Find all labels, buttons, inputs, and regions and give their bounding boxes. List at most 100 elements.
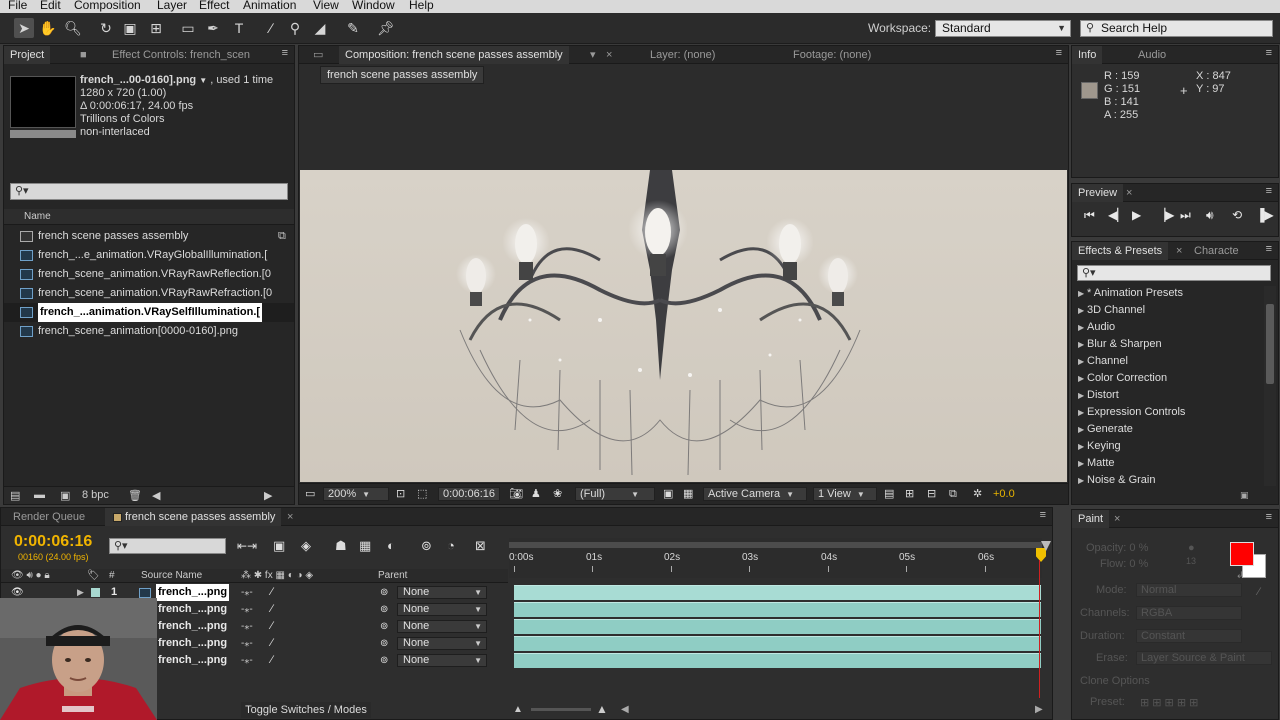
snapshot-icon[interactable]: 📷︎: [509, 487, 523, 501]
roto-brush-tool-icon[interactable]: ✎: [343, 18, 363, 38]
column-name[interactable]: Name: [24, 211, 51, 222]
menu-window[interactable]: Window: [352, 0, 395, 12]
label-color-icon[interactable]: [91, 588, 100, 597]
panel-menu-icon[interactable]: ≡: [282, 47, 288, 59]
tab-preview[interactable]: Preview: [1072, 184, 1124, 202]
camera-view-select[interactable]: Active Camera ▼: [703, 487, 807, 501]
tab-character[interactable]: Characte: [1188, 242, 1245, 260]
clone-options-label[interactable]: Clone Options: [1080, 675, 1150, 687]
paint-erase-select[interactable]: Layer Source & Paint: [1136, 651, 1272, 665]
toggle-switches-modes-button[interactable]: Toggle Switches / Modes: [241, 702, 371, 718]
paint-flow[interactable]: Flow: 0 %: [1100, 558, 1148, 570]
parent-select[interactable]: None ▼: [397, 603, 487, 616]
pick-whip-icon[interactable]: ⊚: [380, 584, 388, 601]
play-icon[interactable]: ▶: [1132, 208, 1141, 222]
panel-menu-icon[interactable]: ≡: [1040, 509, 1046, 521]
composition-name-tab[interactable]: french scene passes assembly: [320, 66, 485, 84]
panel-menu-icon[interactable]: ≡: [1266, 243, 1272, 255]
fast-previews-icon[interactable]: ⊞: [905, 487, 914, 501]
project-item[interactable]: french_scene_animation.VRayRawRefraction…: [4, 284, 294, 303]
effects-category[interactable]: ▶ Expression Controls: [1072, 404, 1264, 421]
layer-name[interactable]: french_...png: [158, 601, 227, 618]
close-icon[interactable]: ×: [1120, 184, 1138, 202]
shy-switch-icon[interactable]: -⁎-: [241, 601, 253, 618]
quality-switch-icon[interactable]: ∕: [271, 635, 273, 652]
tab-project[interactable]: Project: [4, 46, 51, 64]
motion-blur-icon[interactable]: ◐: [387, 538, 395, 553]
paint-channels-select[interactable]: RGBA: [1136, 606, 1242, 620]
menu-help[interactable]: Help: [409, 0, 434, 12]
panel-menu-icon[interactable]: ≡: [1266, 511, 1272, 523]
menu-animation[interactable]: Animation: [243, 0, 296, 12]
foreground-color-chip[interactable]: [1230, 542, 1254, 566]
toggle-pixel-aspect-icon[interactable]: ▤: [884, 487, 894, 501]
expand-triangle-icon[interactable]: ▶: [1078, 370, 1084, 387]
next-frame-icon[interactable]: ▕▶: [1156, 208, 1174, 222]
auto-keyframe-icon[interactable]: ◔: [447, 538, 455, 553]
effects-search-input[interactable]: ⚲▾: [1077, 265, 1271, 281]
timeline-icon[interactable]: ⊟: [927, 487, 936, 501]
effects-category[interactable]: ▶ Noise & Grain: [1072, 472, 1264, 489]
view-layout-select[interactable]: 1 View ▼: [813, 487, 877, 501]
current-time-indicator-head[interactable]: [1036, 548, 1046, 562]
layer-duration-bar[interactable]: [514, 585, 1041, 600]
paint-opacity[interactable]: Opacity: 0 %: [1086, 542, 1148, 554]
project-item-selected[interactable]: french_...animation.VRaySelfIllumination…: [4, 303, 294, 322]
pick-whip-icon[interactable]: ⊚: [380, 601, 388, 618]
layer-duration-bar[interactable]: [514, 602, 1041, 617]
brush-tip-icon[interactable]: ●: [1188, 542, 1195, 554]
clone-preset-icons[interactable]: ⊞ ⊞ ⊞ ⊞ ⊞: [1140, 696, 1198, 709]
safe-zones-icon[interactable]: ⊡: [396, 487, 405, 501]
frame-blending-icon[interactable]: ▦: [359, 538, 371, 554]
tab-effect-controls[interactable]: Effect Controls: french_scen: [106, 46, 256, 64]
effects-category[interactable]: ▶ Color Correction: [1072, 370, 1264, 387]
parent-select[interactable]: None ▼: [397, 654, 487, 667]
paint-duration-select[interactable]: Constant: [1136, 629, 1242, 643]
zoom-tool-icon[interactable]: 🔍︎: [63, 18, 83, 38]
layer-duration-bar[interactable]: [514, 653, 1041, 668]
scroll-left-icon[interactable]: ◀: [152, 489, 160, 502]
expand-triangle-icon[interactable]: ▶: [1078, 421, 1084, 438]
tab-layer[interactable]: Layer: (none): [644, 46, 721, 64]
panel-menu-icon[interactable]: ≡: [1266, 47, 1272, 59]
quality-switch-icon[interactable]: ∕: [271, 652, 273, 669]
brush-tool-icon[interactable]: ∕: [261, 18, 281, 38]
tab-timeline-comp[interactable]: french scene passes assembly: [105, 508, 282, 526]
menu-file[interactable]: File: [8, 0, 27, 12]
parent-select[interactable]: None ▼: [397, 620, 487, 633]
close-icon[interactable]: ×: [281, 508, 299, 526]
search-help-input[interactable]: ⚲ Search Help: [1080, 20, 1273, 37]
composition-viewport[interactable]: [300, 170, 1067, 482]
expand-triangle-icon[interactable]: ▶: [1078, 404, 1084, 421]
flowchart-icon[interactable]: ⧉: [949, 487, 957, 501]
pick-whip-icon[interactable]: ⊚: [380, 635, 388, 652]
tab-info[interactable]: Info: [1072, 46, 1103, 64]
draft-3d-icon[interactable]: ◈: [301, 538, 311, 554]
last-frame-icon[interactable]: ⏭: [1180, 208, 1191, 223]
pen-tool-icon[interactable]: ✒: [203, 18, 223, 38]
effects-category[interactable]: ▶ Generate: [1072, 421, 1264, 438]
camera-tool-icon[interactable]: ▣: [120, 18, 140, 38]
effects-category[interactable]: ▶ Matte: [1072, 455, 1264, 472]
effects-category[interactable]: ▶ Keying: [1072, 438, 1264, 455]
hand-tool-icon[interactable]: ✋: [38, 18, 58, 38]
layer-name[interactable]: french_...png: [158, 635, 227, 652]
tab-effects-presets[interactable]: Effects & Presets: [1072, 242, 1169, 260]
parent-select[interactable]: None ▼: [397, 637, 487, 650]
expand-triangle-icon[interactable]: ▶: [1078, 285, 1084, 302]
pick-whip-icon[interactable]: ⊚: [380, 618, 388, 635]
current-time-indicator-line[interactable]: [1039, 560, 1040, 698]
chevron-down-icon[interactable]: ▼: [199, 76, 207, 85]
menu-layer[interactable]: Layer: [157, 0, 187, 12]
expand-triangle-icon[interactable]: ▶: [1078, 472, 1084, 489]
shy-switch-icon[interactable]: -⁎-: [241, 584, 253, 601]
magnification-select[interactable]: 200% ▼: [323, 487, 389, 501]
zoom-in-icon[interactable]: ▲: [596, 702, 608, 716]
clone-stamp-tool-icon[interactable]: ⚲: [285, 18, 305, 38]
effects-scrollbar-thumb[interactable]: [1266, 304, 1274, 384]
scroll-left-icon[interactable]: ◀: [621, 704, 629, 715]
panel-menu-icon[interactable]: ≡: [1266, 185, 1272, 197]
graph-editor-icon[interactable]: ⊠: [475, 538, 486, 554]
project-item[interactable]: french scene passes assembly ⧉: [4, 227, 294, 246]
rectangle-tool-icon[interactable]: ▭: [178, 18, 198, 38]
